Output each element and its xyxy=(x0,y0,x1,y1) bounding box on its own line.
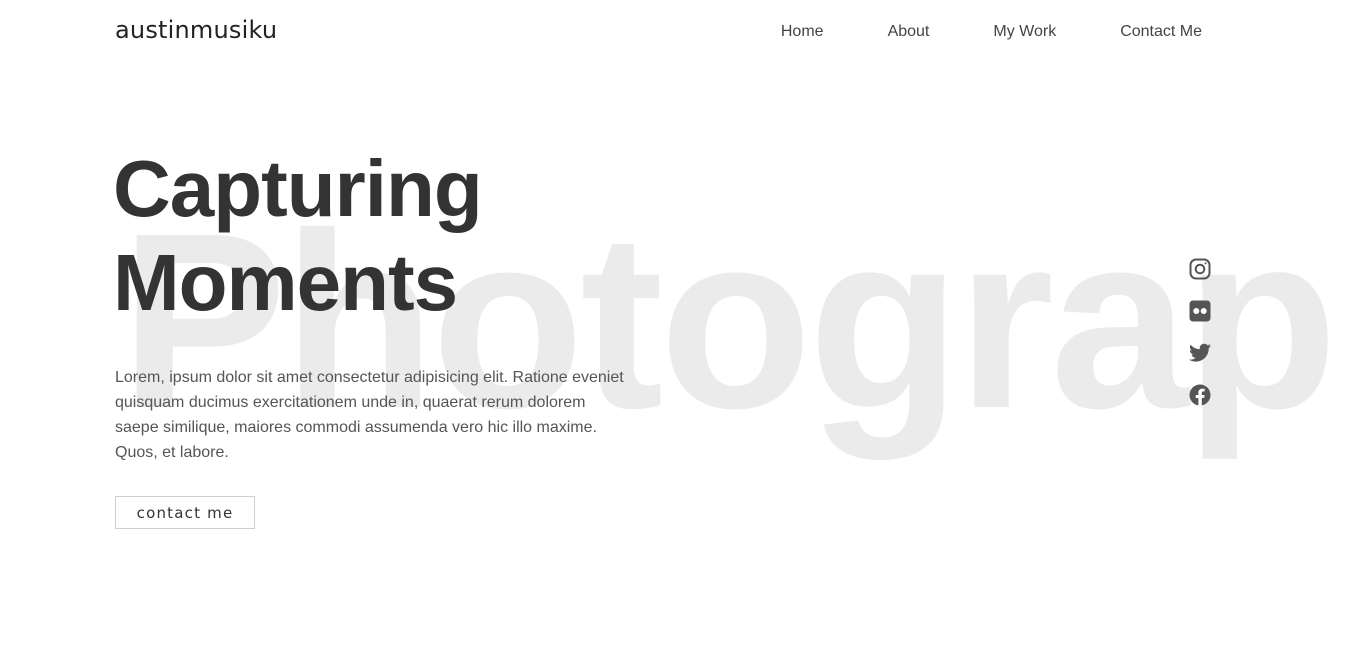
site-header: austinmusiku Home About My Work Contact … xyxy=(0,0,1347,64)
hero-title: Capturing Moments xyxy=(113,142,483,330)
twitter-icon xyxy=(1189,343,1211,362)
contact-me-button[interactable]: contact me xyxy=(115,496,255,529)
flickr-icon xyxy=(1189,300,1211,322)
hero-title-line-1: Capturing xyxy=(113,144,483,233)
logo[interactable]: austinmusiku xyxy=(115,16,277,44)
instagram-icon xyxy=(1189,258,1211,280)
hero-title-line-2: Moments xyxy=(113,238,458,327)
nav-home[interactable]: Home xyxy=(781,23,824,41)
social-links xyxy=(1188,257,1212,407)
main-nav: Home About My Work Contact Me xyxy=(781,23,1202,41)
page: austinmusiku Home About My Work Contact … xyxy=(0,0,1347,655)
twitter-link[interactable] xyxy=(1188,341,1212,365)
instagram-link[interactable] xyxy=(1188,257,1212,281)
facebook-link[interactable] xyxy=(1188,383,1212,407)
nav-contact-me[interactable]: Contact Me xyxy=(1120,23,1202,41)
facebook-icon xyxy=(1189,384,1211,406)
hero-description: Lorem, ipsum dolor sit amet consectetur … xyxy=(115,369,624,461)
nav-about[interactable]: About xyxy=(888,23,930,41)
flickr-link[interactable] xyxy=(1188,299,1212,323)
nav-my-work[interactable]: My Work xyxy=(993,23,1056,41)
